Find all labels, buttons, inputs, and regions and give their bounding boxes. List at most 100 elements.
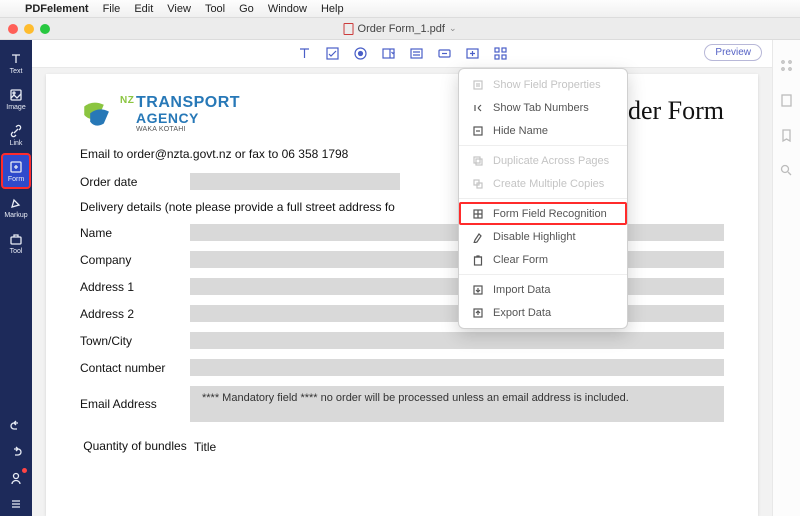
left-sidebar: Text Image Link Form Markup Tool — [0, 40, 32, 516]
dd-create-multiple-copies: Create Multiple Copies — [459, 172, 627, 195]
minimize-window-button[interactable] — [24, 24, 34, 34]
dd-hide-name[interactable]: Hide Name — [459, 119, 627, 142]
image-icon — [9, 88, 23, 102]
menu-tool[interactable]: Tool — [198, 3, 232, 15]
dd-label: Duplicate Across Pages — [493, 155, 609, 167]
address2-field[interactable] — [190, 305, 724, 322]
menu-file[interactable]: File — [96, 3, 128, 15]
address1-field[interactable] — [190, 278, 724, 295]
dd-label: Form Field Recognition — [493, 208, 607, 220]
sidebar-undo[interactable] — [2, 414, 30, 438]
grid-icon — [779, 58, 794, 73]
email-label: Email Address — [80, 397, 190, 411]
radio-tool[interactable] — [351, 45, 369, 63]
dd-label: Export Data — [493, 307, 551, 319]
dd-label: Clear Form — [493, 254, 548, 266]
list-tool[interactable] — [407, 45, 425, 63]
sidebar-user[interactable] — [2, 466, 30, 490]
document-title[interactable]: Order Form_1.pdf ⌄ — [344, 23, 457, 35]
thumbnails-icon — [779, 93, 794, 108]
sidebar-item-tool[interactable]: Tool — [2, 226, 30, 260]
sidebar-item-link[interactable]: Link — [2, 118, 30, 152]
sidebar-label: Markup — [4, 212, 27, 219]
menu-go[interactable]: Go — [232, 3, 261, 15]
right-panel-thumbnails[interactable] — [779, 93, 794, 108]
document-canvas[interactable]: NZ TRANSPORT AGENCY WAKA KOTAHI Order Fo… — [32, 68, 772, 516]
name-field[interactable] — [190, 224, 724, 241]
notification-dot-icon — [22, 468, 27, 473]
signature-tool[interactable] — [463, 45, 481, 63]
form-icon — [9, 160, 23, 174]
text-field-icon — [297, 46, 312, 61]
link-icon — [9, 124, 23, 138]
recognition-icon — [471, 207, 484, 220]
checkbox-icon — [325, 46, 340, 61]
sidebar-item-markup[interactable]: Markup — [2, 190, 30, 224]
window-titlebar: Order Form_1.pdf ⌄ — [0, 18, 800, 40]
redo-icon — [9, 445, 23, 459]
company-field[interactable] — [190, 251, 724, 268]
sidebar-label: Tool — [10, 248, 23, 255]
contact-field[interactable] — [190, 359, 724, 376]
mac-menubar: PDFelement File Edit View Tool Go Window… — [0, 0, 800, 18]
logo-mark-icon — [80, 98, 114, 132]
dd-label: Show Tab Numbers — [493, 102, 589, 114]
dd-disable-highlight[interactable]: Disable Highlight — [459, 225, 627, 248]
preview-button[interactable]: Preview — [704, 44, 762, 61]
title-header: Title — [190, 440, 216, 454]
sidebar-label: Form — [8, 176, 24, 183]
address2-label: Address 2 — [80, 307, 190, 321]
dd-show-field-properties: Show Field Properties — [459, 73, 627, 96]
dd-label: Hide Name — [493, 125, 548, 137]
dd-import-data[interactable]: Import Data — [459, 278, 627, 301]
pdf-page: NZ TRANSPORT AGENCY WAKA KOTAHI Order Fo… — [46, 74, 758, 516]
dd-form-field-recognition[interactable]: Form Field Recognition — [459, 202, 627, 225]
mandatory-note: **** Mandatory field **** no order will … — [196, 389, 635, 407]
form-toolbar: Preview — [32, 40, 772, 68]
close-window-button[interactable] — [8, 24, 18, 34]
email-field[interactable]: **** Mandatory field **** no order will … — [190, 386, 724, 422]
menu-window[interactable]: Window — [261, 3, 314, 15]
town-field[interactable] — [190, 332, 724, 349]
hide-name-icon — [471, 124, 484, 137]
sidebar-settings[interactable] — [2, 492, 30, 516]
combo-tool[interactable] — [379, 45, 397, 63]
right-panel-bookmarks[interactable] — [779, 128, 794, 143]
dd-export-data[interactable]: Export Data — [459, 301, 627, 324]
company-label: Company — [80, 253, 190, 267]
order-date-field[interactable] — [190, 173, 400, 190]
sidebar-redo[interactable] — [2, 440, 30, 464]
more-tools[interactable] — [491, 45, 509, 63]
app-name[interactable]: PDFelement — [18, 3, 96, 15]
button-tool[interactable] — [435, 45, 453, 63]
sidebar-item-form[interactable]: Form — [2, 154, 30, 188]
duplicate-icon — [471, 154, 484, 167]
menu-edit[interactable]: Edit — [127, 3, 160, 15]
logo-line1: TRANSPORT — [120, 95, 240, 111]
export-icon — [471, 306, 484, 319]
contact-label: Contact number — [80, 361, 190, 375]
sidebar-item-image[interactable]: Image — [2, 82, 30, 116]
sidebar-label: Link — [10, 140, 23, 147]
dd-clear-form[interactable]: Clear Form — [459, 248, 627, 271]
dd-show-tab-numbers[interactable]: Show Tab Numbers — [459, 96, 627, 119]
dd-label: Disable Highlight — [493, 231, 576, 243]
import-icon — [471, 283, 484, 296]
right-panel-grid[interactable] — [779, 58, 794, 73]
right-panel-search[interactable] — [779, 163, 794, 178]
highlight-icon — [471, 230, 484, 243]
dd-label: Create Multiple Copies — [493, 178, 604, 190]
zoom-window-button[interactable] — [40, 24, 50, 34]
toolbox-icon — [9, 232, 23, 246]
document-title-text: Order Form_1.pdf — [358, 23, 445, 35]
text-field-tool[interactable] — [295, 45, 313, 63]
menu-help[interactable]: Help — [314, 3, 351, 15]
nzta-logo: NZ TRANSPORT AGENCY WAKA KOTAHI — [80, 96, 240, 133]
user-icon — [9, 471, 23, 485]
checkbox-tool[interactable] — [323, 45, 341, 63]
menu-view[interactable]: View — [160, 3, 198, 15]
form-more-dropdown: Show Field Properties Show Tab Numbers H… — [458, 68, 628, 329]
signature-icon — [465, 46, 480, 61]
sidebar-item-text[interactable]: Text — [2, 46, 30, 80]
list-icon — [409, 46, 424, 61]
